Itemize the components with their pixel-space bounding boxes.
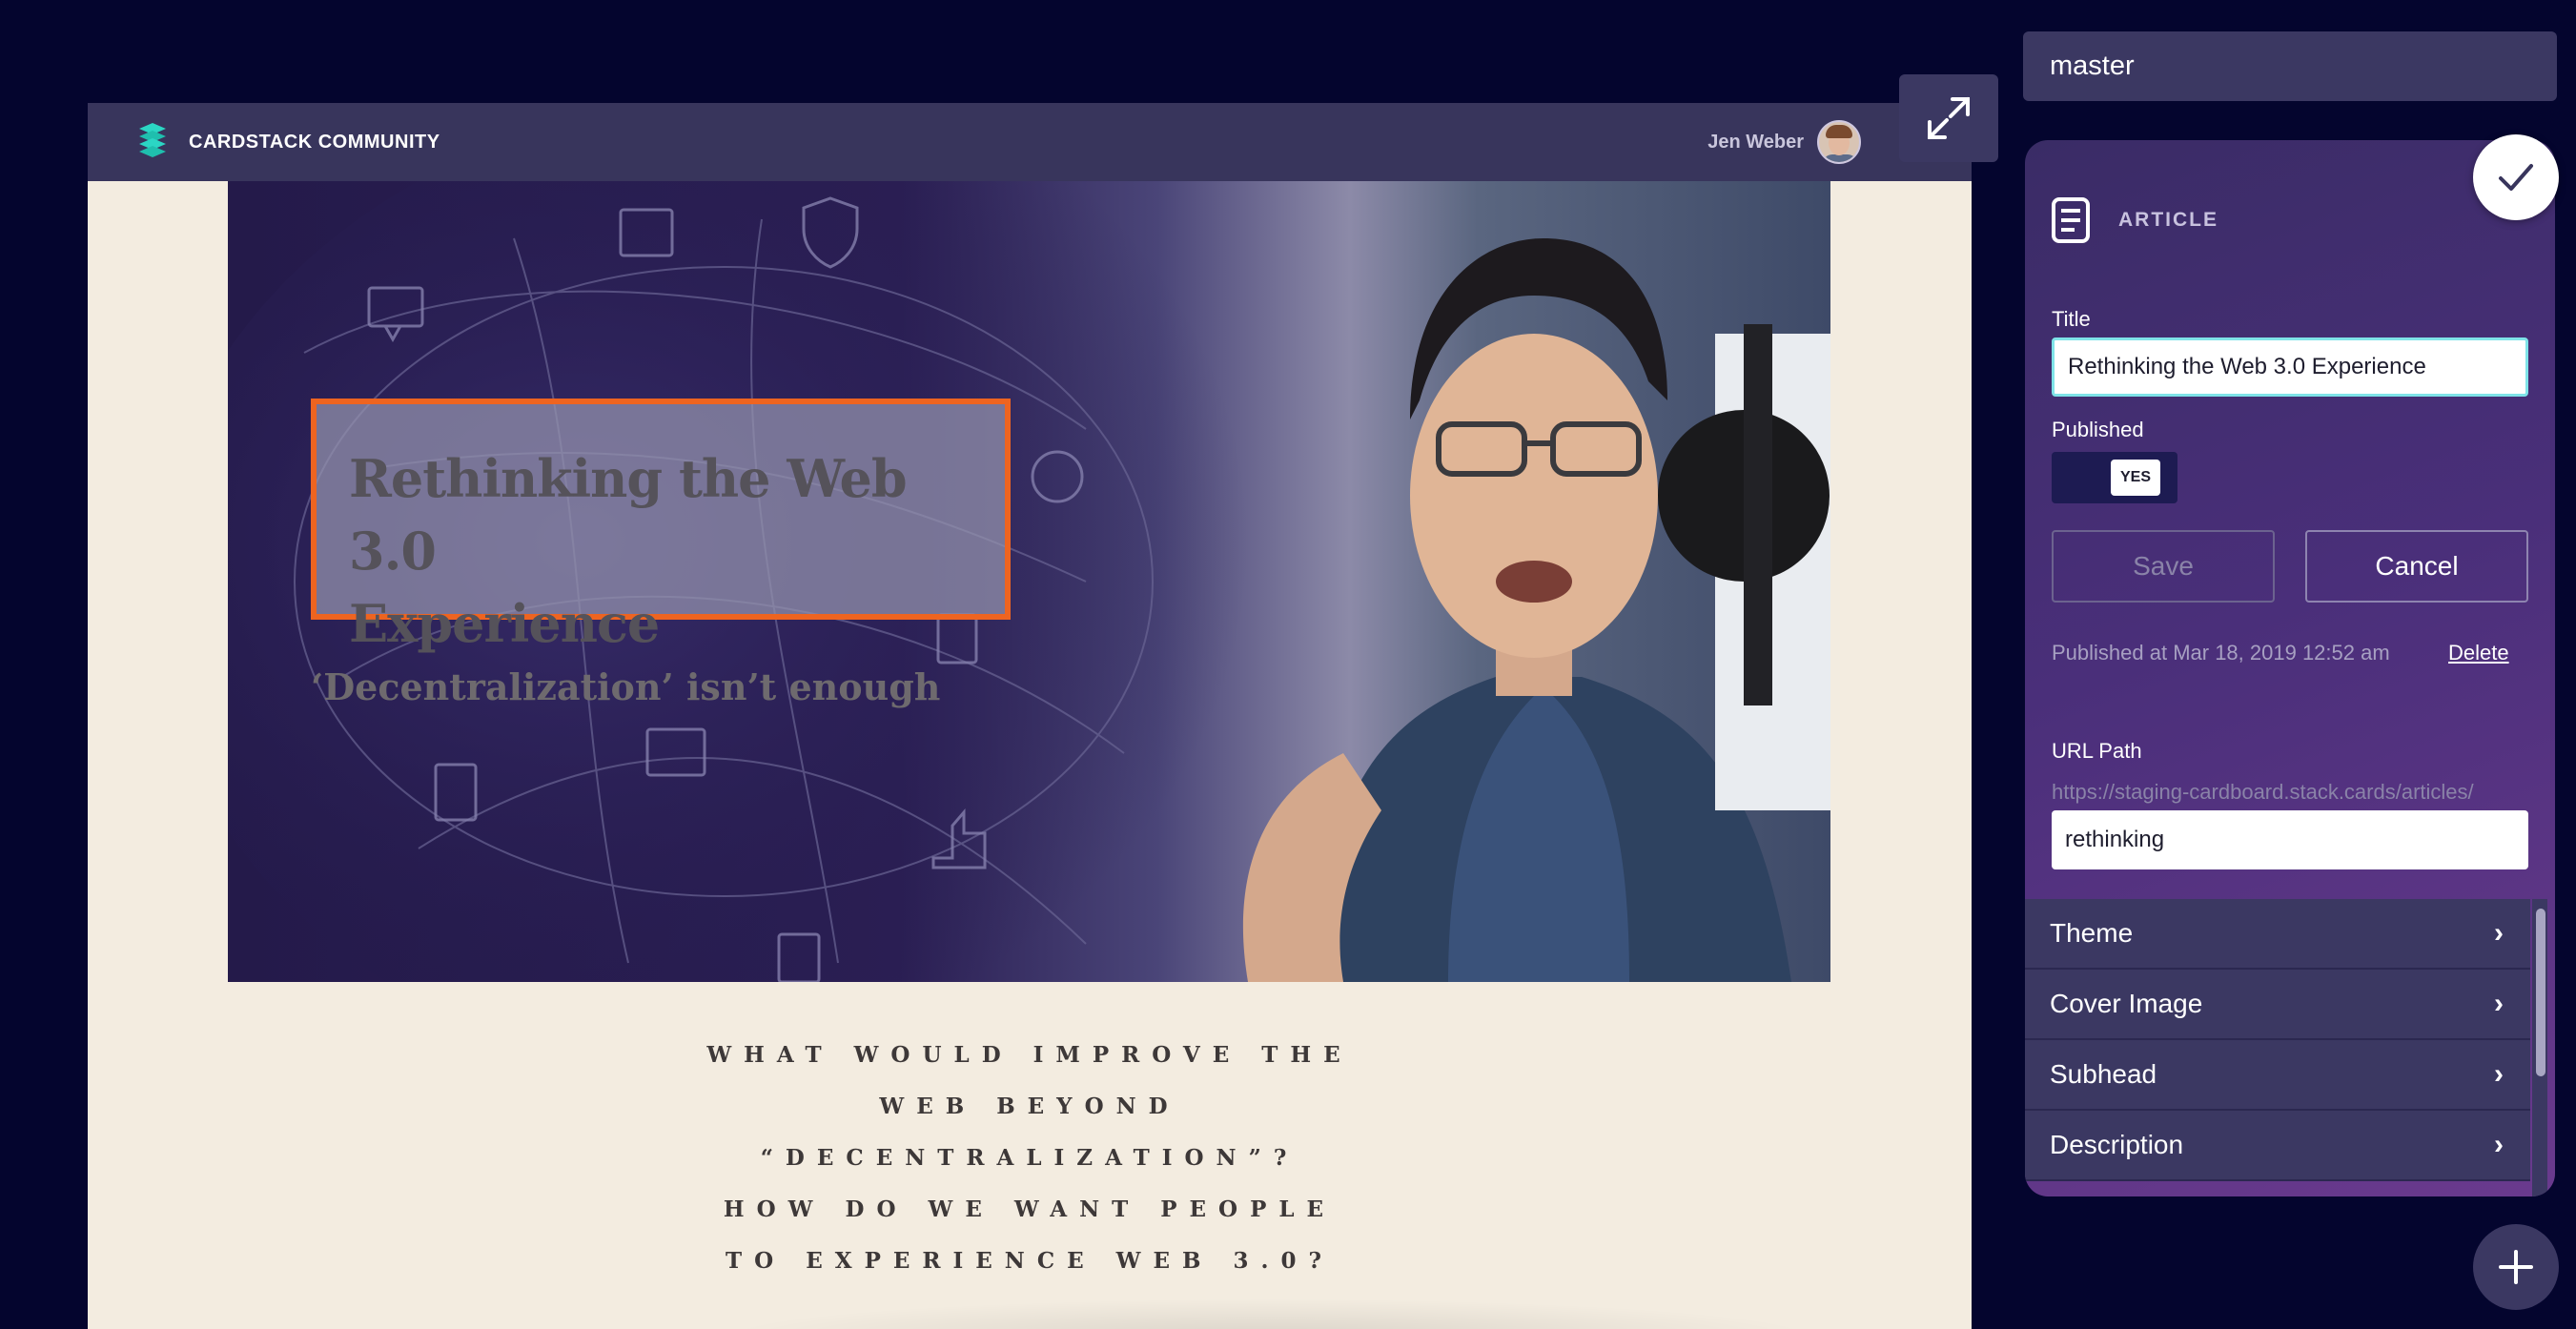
article-intro: WHAT WOULD IMPROVE THE WEB BEYOND “DECEN… bbox=[88, 1030, 1972, 1287]
hero-title-line2: Experience bbox=[349, 593, 660, 654]
brand[interactable]: CARDSTACK COMMUNITY bbox=[135, 123, 440, 161]
toggle-knob: YES bbox=[2111, 460, 2160, 496]
published-toggle[interactable]: YES bbox=[2052, 452, 2177, 503]
section-label: Cover Image bbox=[2050, 989, 2203, 1018]
published-at: Published at Mar 18, 2019 12:52 am bbox=[2052, 641, 2390, 664]
expand-button[interactable] bbox=[1899, 74, 1998, 162]
plus-icon bbox=[2499, 1250, 2533, 1284]
scrollbar-thumb[interactable] bbox=[2536, 909, 2545, 1076]
branch-selector[interactable]: master bbox=[2023, 31, 2557, 101]
url-path-label: URL Path bbox=[2052, 739, 2142, 763]
section-label: Subhead bbox=[2050, 1059, 2157, 1089]
delete-link[interactable]: Delete bbox=[2448, 641, 2509, 665]
intro-line: TO EXPERIENCE WEB 3.0? bbox=[726, 1248, 1334, 1274]
hero-subtitle: ‘Decentralization’ isn’t enough bbox=[311, 665, 941, 708]
section-list: Theme › Cover Image › Subhead › Descript… bbox=[2025, 899, 2530, 1181]
intro-line: HOW DO WE WANT PEOPLE bbox=[723, 1196, 1337, 1222]
chevron-right-icon: › bbox=[2494, 1058, 2504, 1090]
expand-icon bbox=[1928, 97, 1970, 139]
intro-line: “DECENTRALIZATION”? bbox=[760, 1145, 1299, 1171]
url-path-input[interactable]: rethinking bbox=[2052, 810, 2528, 869]
intro-line: WEB BEYOND bbox=[879, 1094, 1180, 1119]
check-icon bbox=[2499, 164, 2533, 191]
url-prefix: https://staging-cardboard.stack.cards/ar… bbox=[2052, 780, 2474, 804]
section-theme[interactable]: Theme › bbox=[2025, 899, 2530, 970]
title-label: Title bbox=[2052, 307, 2091, 331]
section-label: Theme bbox=[2050, 918, 2134, 948]
section-subhead[interactable]: Subhead › bbox=[2025, 1040, 2530, 1111]
cancel-button[interactable]: Cancel bbox=[2305, 530, 2528, 603]
cardstack-logo-icon bbox=[139, 123, 166, 157]
card-preview: CARDSTACK COMMUNITY Jen Weber Rethinking… bbox=[88, 103, 1972, 1329]
brand-name: CARDSTACK COMMUNITY bbox=[189, 131, 440, 153]
section-description[interactable]: Description › bbox=[2025, 1111, 2530, 1181]
cover-image: Rethinking the Web 3.0 Experience ‘Decen… bbox=[228, 181, 1830, 982]
section-label: Description bbox=[2050, 1130, 2184, 1159]
title-input[interactable]: Rethinking the Web 3.0 Experience bbox=[2052, 337, 2528, 397]
chevron-right-icon: › bbox=[2494, 1129, 2504, 1160]
title-highlight[interactable]: Rethinking the Web 3.0 Experience bbox=[311, 399, 1011, 654]
edit-panel: ARTICLE Title Rethinking the Web 3.0 Exp… bbox=[2025, 140, 2555, 1196]
chevron-right-icon: › bbox=[2494, 988, 2504, 1019]
user-name: Jen Weber bbox=[1707, 131, 1804, 153]
chevron-right-icon: › bbox=[2494, 917, 2504, 949]
document-icon bbox=[2052, 197, 2090, 243]
content-shadow bbox=[717, 1298, 1823, 1329]
community-topbar: CARDSTACK COMMUNITY Jen Weber bbox=[88, 103, 1972, 181]
save-button[interactable]: Save bbox=[2052, 530, 2275, 603]
section-cover-image[interactable]: Cover Image › bbox=[2025, 970, 2530, 1040]
avatar[interactable] bbox=[1817, 120, 1861, 164]
intro-line: WHAT WOULD IMPROVE THE bbox=[706, 1042, 1353, 1068]
user-menu[interactable]: Jen Weber bbox=[1707, 103, 1861, 181]
hero-title-line1: Rethinking the Web 3.0 bbox=[349, 448, 908, 582]
speaker-photo bbox=[1242, 238, 1830, 982]
add-button[interactable] bbox=[2473, 1224, 2559, 1310]
card-type-label: ARTICLE bbox=[2118, 209, 2218, 231]
done-button[interactable] bbox=[2473, 134, 2559, 220]
card-type-header: ARTICLE bbox=[2052, 197, 2218, 243]
published-label: Published bbox=[2052, 418, 2144, 441]
